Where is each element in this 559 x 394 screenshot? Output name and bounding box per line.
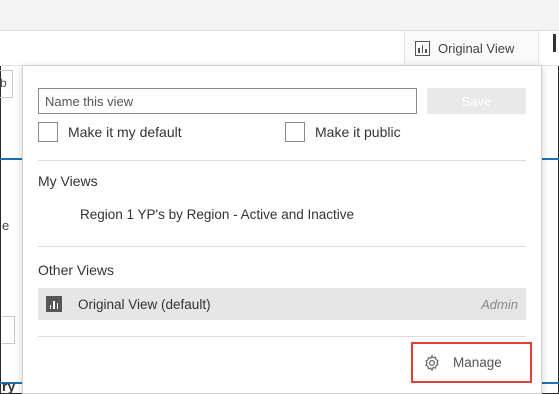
bar-chart-icon <box>46 296 62 312</box>
my-views-heading: My Views <box>38 173 98 189</box>
divider <box>38 336 526 337</box>
original-view-button[interactable]: Original View <box>404 31 539 65</box>
view-owner-label: Admin <box>481 296 518 312</box>
manage-button[interactable]: Manage <box>411 342 532 383</box>
custom-views-dropdown: Save Make it my default Make it public M… <box>22 65 542 394</box>
toolbar-separator <box>553 34 556 52</box>
background-text: e <box>2 218 10 233</box>
make-default-checkbox[interactable] <box>38 122 58 142</box>
make-public-label: Make it public <box>315 124 401 140</box>
divider <box>38 246 526 247</box>
other-view-item[interactable]: Original View (default) Admin <box>38 288 526 320</box>
make-public-checkbox[interactable] <box>285 122 305 142</box>
other-views-heading: Other Views <box>38 262 114 278</box>
make-public-option[interactable]: Make it public <box>285 122 401 142</box>
top-bar <box>0 0 559 31</box>
accent-line <box>0 158 22 160</box>
original-view-label: Original View <box>438 40 515 56</box>
accent-line <box>542 158 559 160</box>
make-default-option[interactable]: Make it my default <box>38 122 182 142</box>
other-view-label: Original View (default) <box>78 296 211 312</box>
background-field <box>2 316 15 344</box>
save-button[interactable]: Save <box>427 88 526 114</box>
gear-icon <box>425 354 439 371</box>
background-text: ry <box>2 378 16 394</box>
view-name-input[interactable] <box>38 88 417 114</box>
background-text: b <box>0 76 7 90</box>
background-field: b <box>0 70 13 98</box>
divider <box>38 160 526 161</box>
make-default-label: Make it my default <box>68 124 182 140</box>
bar-chart-icon <box>415 40 430 56</box>
manage-label: Manage <box>453 355 502 370</box>
my-view-item[interactable]: Region 1 YP's by Region - Active and Ina… <box>80 207 354 222</box>
